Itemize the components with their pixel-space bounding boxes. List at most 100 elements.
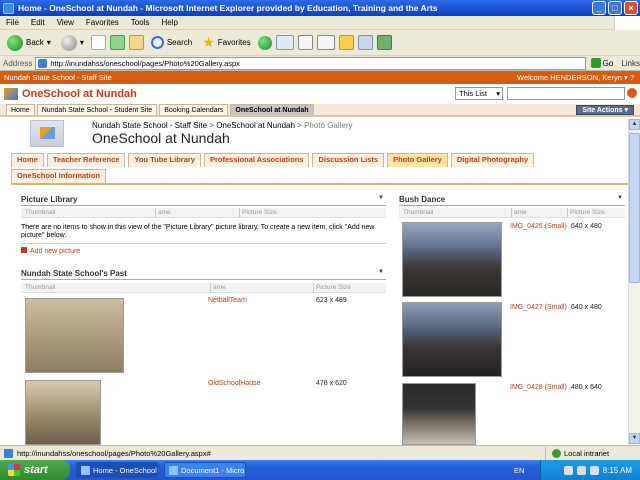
maximize-button[interactable]: □ <box>608 1 622 15</box>
menu-view[interactable]: View <box>51 18 80 27</box>
intranet-icon <box>552 448 561 458</box>
col-picture-size[interactable]: Picture Size <box>239 208 277 218</box>
menu-tools[interactable]: Tools <box>125 18 156 27</box>
bush-row-size: 480 x 640 <box>571 384 602 391</box>
bush-dance-photo-2[interactable] <box>402 302 502 377</box>
search-scope-select[interactable]: This List <box>455 87 503 100</box>
favorites-button[interactable]: ★ Favorites <box>199 32 253 54</box>
tab-photo-gallery[interactable]: Photo Gallery <box>387 153 448 167</box>
notes-icon[interactable] <box>338 35 354 50</box>
topnav-oneschool[interactable]: OneSchool at Nundah <box>230 104 314 115</box>
status-url: http://inundahss/oneschool/pages/Photo%2… <box>17 448 211 458</box>
tab-home[interactable]: Home <box>11 153 44 167</box>
tab-professional-associations[interactable]: Professional Associations <box>203 153 310 167</box>
edit-icon[interactable] <box>316 35 335 50</box>
web-part-menu-icon[interactable]: ▼ <box>378 269 384 275</box>
tray-icon[interactable] <box>589 465 599 475</box>
taskbar-item-ie[interactable]: Home - OneSchool at ... <box>76 462 158 478</box>
bush-row-name[interactable]: IMG_0428 (Small) <box>510 384 567 391</box>
close-button[interactable]: × <box>624 1 638 15</box>
site-actions-button[interactable]: Site Actions ▾ <box>576 105 634 115</box>
links-button[interactable]: Links <box>621 59 640 68</box>
menu-favorites[interactable]: Favorites <box>80 18 125 27</box>
col-name[interactable]: ame <box>210 283 310 293</box>
forward-arrow-icon <box>60 34 77 51</box>
window-title-bar[interactable]: Home - OneSchool at Nundah - Microsoft I… <box>0 0 640 16</box>
stop-icon[interactable] <box>90 35 106 50</box>
scroll-down-icon[interactable]: ▼ <box>629 433 640 444</box>
search-input[interactable] <box>507 87 625 100</box>
scroll-up-icon[interactable]: ▲ <box>629 119 640 130</box>
home-icon[interactable] <box>128 35 144 50</box>
bush-row-name[interactable]: IMG_0426 (Small) <box>510 223 567 230</box>
start-button[interactable]: start <box>0 460 70 480</box>
bush-row-name[interactable]: IMG_0427 (Small) <box>510 304 567 311</box>
refresh-icon[interactable] <box>109 35 125 50</box>
go-button[interactable]: Go <box>590 58 613 68</box>
toolbar: Back ▾ ▾ Search ★ Favorites <box>0 30 640 56</box>
bush-row-size: 640 x 480 <box>571 223 602 230</box>
past-row-name[interactable]: NetballTeam <box>208 297 247 304</box>
breadcrumb-staff-site[interactable]: Nundah State School - Staff Site <box>92 121 207 130</box>
research-icon[interactable] <box>357 35 373 50</box>
tab-digital-photography[interactable]: Digital Photography <box>450 153 535 167</box>
menu-bar: File Edit View Favorites Tools Help <box>0 16 640 30</box>
bush-dance-title: Bush Dance ▼ <box>399 195 625 206</box>
mail-icon[interactable] <box>275 35 294 50</box>
picture-library-header: Thumbnail ame Picture Size <box>21 208 386 218</box>
col-thumbnail[interactable]: Thumbnail <box>25 283 55 293</box>
gallery-icon <box>30 120 64 147</box>
topnav-home[interactable]: Home <box>6 104 35 115</box>
search-go-icon[interactable] <box>627 88 637 98</box>
taskbar: start Home - OneSchool at ... Document1 … <box>0 460 640 480</box>
tab-discussion-lists[interactable]: Discussion Lists <box>312 153 385 167</box>
web-part-menu-icon[interactable]: ▼ <box>617 195 623 201</box>
menu-help[interactable]: Help <box>155 18 183 27</box>
tray-icon[interactable] <box>563 465 573 475</box>
menu-edit[interactable]: Edit <box>25 18 51 27</box>
help-icon[interactable]: ? <box>630 73 634 82</box>
past-row-name[interactable]: OldSchoolHouse <box>208 380 261 387</box>
col-picture-size[interactable]: Picture Size <box>567 208 605 218</box>
tab-oneschool-information[interactable]: OneSchool Information <box>11 169 106 183</box>
col-thumbnail[interactable]: Thumbnail <box>403 208 433 218</box>
site-strip-label[interactable]: Nundah State School - Staff Site <box>4 73 112 82</box>
tray-icon[interactable] <box>576 465 586 475</box>
language-indicator[interactable]: EN <box>514 466 524 475</box>
site-name[interactable]: OneSchool at Nundah <box>22 88 137 100</box>
bush-dance-photo-3[interactable] <box>402 383 476 445</box>
col-name[interactable]: ame <box>511 208 565 218</box>
history-icon[interactable] <box>257 35 272 50</box>
search-button[interactable]: Search <box>148 32 195 54</box>
old-school-house-photo[interactable] <box>25 380 101 445</box>
messenger-icon[interactable] <box>376 35 392 50</box>
col-name[interactable]: ame <box>155 208 237 218</box>
clock[interactable]: 8:15 AM <box>603 466 632 475</box>
topnav-student-site[interactable]: Nundah State School - Student Site <box>36 104 158 115</box>
bush-dance-photo-1[interactable] <box>402 222 502 297</box>
past-row-size: 623 x 489 <box>316 297 347 304</box>
minimize-button[interactable]: _ <box>592 1 606 15</box>
print-icon[interactable] <box>297 35 313 50</box>
word-icon <box>169 465 178 475</box>
topnav-booking-calendars[interactable]: Booking Calendars <box>159 104 229 115</box>
col-picture-size[interactable]: Picture Size <box>313 283 351 293</box>
security-zone: Local intranet <box>545 446 609 460</box>
col-thumbnail[interactable]: Thumbnail <box>25 208 55 218</box>
web-part-menu-icon[interactable]: ▼ <box>378 195 384 201</box>
scroll-thumb[interactable] <box>629 133 640 283</box>
welcome-menu[interactable]: Welcome HENDERSON, Keryn ▾ ? <box>517 73 634 82</box>
tab-youtube-library[interactable]: You Tube Library <box>128 153 201 167</box>
past-header: Thumbnail ame Picture Size <box>21 283 386 293</box>
add-new-picture-link[interactable]: Add new picture <box>21 247 80 255</box>
netball-team-photo[interactable] <box>25 298 124 373</box>
menu-file[interactable]: File <box>0 18 25 27</box>
back-button[interactable]: Back ▾ <box>4 32 54 54</box>
taskbar-item-word[interactable]: Document1 - Microsof... <box>164 462 246 478</box>
forward-button[interactable]: ▾ <box>58 32 87 54</box>
address-input[interactable]: http://inundahss/oneschool/pages/Photo%2… <box>35 56 586 70</box>
vertical-scrollbar[interactable]: ▲ ▼ <box>628 119 640 445</box>
breadcrumb-oneschool[interactable]: OneSchool at Nundah <box>216 121 295 130</box>
tab-teacher-reference[interactable]: Teacher Reference <box>46 153 126 167</box>
site-strip: Nundah State School - Staff Site Welcome… <box>0 71 640 84</box>
